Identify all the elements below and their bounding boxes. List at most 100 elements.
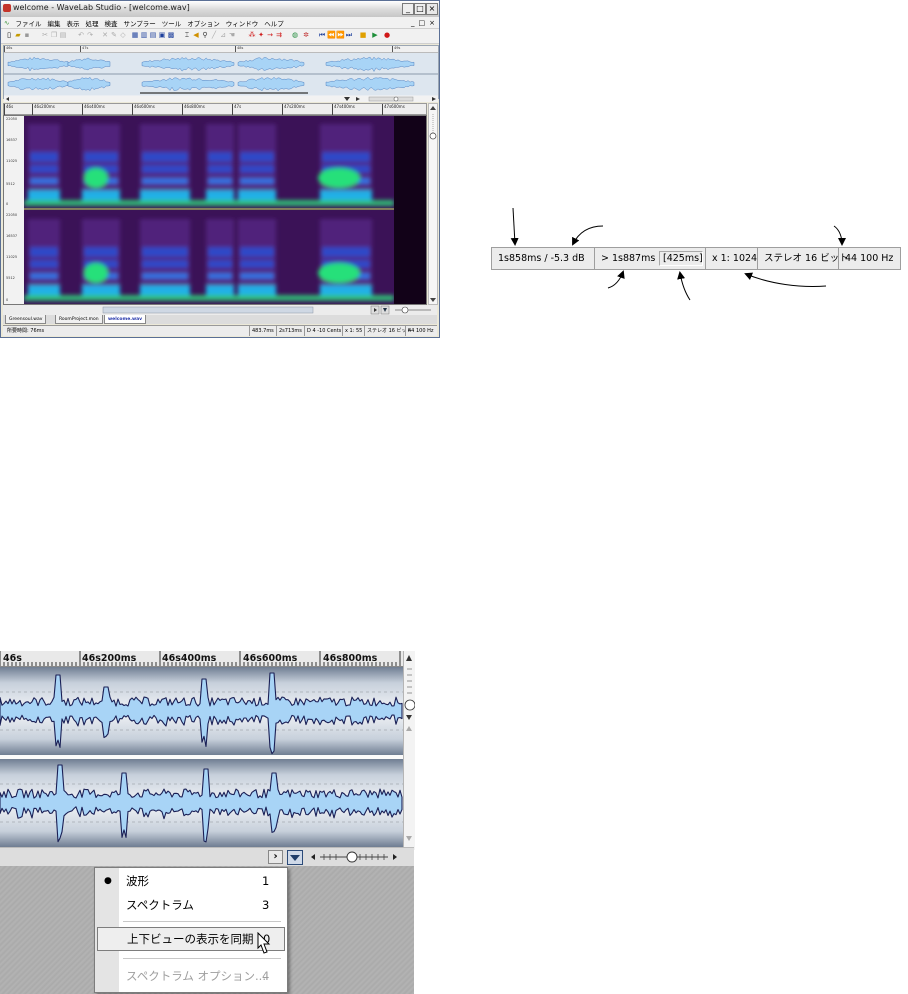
status-sample-rate[interactable]: 44 100 Hz (405, 326, 433, 336)
zoom-factor-cell[interactable]: x 1: 1024 (705, 248, 758, 269)
open-folder-icon[interactable]: ▰ (14, 31, 22, 40)
view-mode-3-icon[interactable]: ▤ (149, 31, 157, 40)
copy-icon[interactable]: ❐ (50, 31, 58, 40)
time-ruler-label: 46s600ms (132, 104, 155, 115)
new-file-icon[interactable]: ▯ (5, 31, 13, 40)
application-window: welcome - WaveLab Studio - [welcome.wav]… (0, 0, 440, 338)
go-end-icon[interactable]: ⏭ (345, 31, 353, 40)
horizontal-scroll-area[interactable] (3, 305, 437, 315)
trim-icon[interactable]: ◇ (119, 31, 127, 40)
menu-separator (123, 921, 281, 923)
status-selection[interactable]: 2s713ms (276, 326, 302, 336)
hand-icon[interactable]: ☚ (228, 31, 236, 40)
menu-item-waveform[interactable]: ● 波形 1 (95, 871, 287, 891)
menu-tools[interactable]: ツール (162, 18, 182, 28)
undo-icon[interactable]: ↶ (77, 31, 85, 40)
stereo-waveform-graph[interactable] (0, 667, 403, 847)
paste-icon[interactable]: ▤ (59, 31, 67, 40)
menu-file[interactable]: ファイル (15, 18, 41, 28)
menu-separator (123, 958, 281, 960)
rewind-icon[interactable]: ⏪ (327, 31, 336, 40)
doc-close-button[interactable]: × (429, 19, 435, 27)
view-menu-button[interactable] (287, 850, 303, 865)
selection-end-cell[interactable]: > 1s887ms (594, 248, 657, 269)
selection-length-cell[interactable]: [425ms] (657, 248, 705, 269)
audio-format-value: ステレオ 16 ビット (764, 253, 849, 264)
view-mode-2-icon[interactable]: ▥ (140, 31, 148, 40)
ruler-label: 46s800ms (323, 653, 378, 664)
app-icon (3, 4, 11, 12)
ruler-label: 46s200ms (82, 653, 137, 664)
redo-icon[interactable]: ↷ (86, 31, 94, 40)
time-ruler-label: 47s (232, 104, 241, 115)
marker-add-icon[interactable]: ⁂ (248, 31, 256, 40)
play-icon[interactable]: ▶ (371, 31, 379, 40)
view-mode-4-icon[interactable]: ▣ (158, 31, 166, 40)
mouse-cursor-icon (257, 932, 271, 954)
cut-icon[interactable]: ✂ (41, 31, 49, 40)
waveform-vertical-zoom[interactable] (403, 651, 415, 850)
marker-icon[interactable]: ⊿ (219, 31, 227, 40)
record-tool-icon[interactable]: ✲ (302, 31, 310, 40)
overview-scrollbar[interactable] (4, 96, 438, 102)
status-pitch[interactable]: D 4 -10 Cents (304, 326, 341, 336)
chevron-right-icon[interactable]: › (268, 850, 283, 864)
overview-ruler-label: 49s (392, 46, 401, 52)
document-tabs: Greensoul.wav RoomProject.mon welcome.wa… (3, 315, 437, 324)
menu-item-label: 波形 (126, 874, 149, 888)
toolbar: ▯ ▰ ▪ ✂ ❐ ▤ ↶ ↷ ✕ ✎ ◇ ▦ ▥ ▤ ▣ ▩ ⌶ ◀ ⚲ ╱ … (1, 29, 439, 44)
menu-item-spectrum[interactable]: スペクトラム 3 (95, 895, 287, 915)
sample-rate-cell[interactable]: 44 100 Hz (838, 248, 901, 269)
menu-analysis[interactable]: 検査 (104, 18, 117, 28)
view-mode-5-icon[interactable]: ▩ (167, 31, 175, 40)
menu-view[interactable]: 表示 (66, 18, 79, 28)
delete-icon[interactable]: ✕ (101, 31, 109, 40)
menu-options[interactable]: オプション (187, 18, 220, 28)
speaker-icon[interactable]: ◀ (192, 31, 200, 40)
menu-process[interactable]: 処理 (85, 18, 98, 28)
render-icon[interactable]: ◍ (291, 31, 299, 40)
marker-next-icon[interactable]: ✦ (257, 31, 265, 40)
go-start-icon[interactable]: ⏮ (318, 31, 326, 40)
overview-waveform[interactable]: 46s 47s 48s 49s (3, 45, 439, 102)
tab-greensoul[interactable]: Greensoul.wav (5, 315, 47, 324)
tab-welcome[interactable]: welcome.wav (104, 315, 147, 324)
title-bar[interactable]: welcome - WaveLab Studio - [welcome.wav]… (1, 1, 439, 18)
pencil-icon[interactable]: ✎ (110, 31, 118, 40)
marker-loop-icon[interactable]: ⇉ (275, 31, 283, 40)
maximize-button[interactable]: □ (414, 3, 426, 15)
frequency-label: 16537 (6, 234, 18, 238)
fast-forward-icon[interactable]: ⏩ (336, 31, 345, 40)
tab-roomproject[interactable]: RoomProject.mon (55, 315, 103, 324)
ruler-label: 46s600ms (243, 653, 298, 664)
cursor-position-value: 1s858ms / -5.3 dB (498, 253, 585, 264)
menu-window[interactable]: ウィンドウ (226, 18, 259, 28)
time-ruler-label: 46s400ms (82, 104, 105, 115)
record-icon[interactable]: ● (383, 31, 391, 40)
menu-help[interactable]: ヘルプ (264, 18, 284, 28)
doc-minimize-button[interactable]: _ (411, 19, 415, 27)
vertical-zoom-scrollbar[interactable] (428, 103, 438, 305)
audio-format-cell[interactable]: ステレオ 16 ビット (757, 248, 849, 269)
minimize-button[interactable]: _ (402, 3, 414, 15)
stop-icon[interactable]: ■ (359, 31, 367, 40)
view-mode-1-icon[interactable]: ▦ (131, 31, 139, 40)
window-title: welcome - WaveLab Studio - [welcome.wav] (13, 3, 190, 12)
close-button[interactable]: × (426, 3, 438, 15)
zoom-icon[interactable]: ⚲ (201, 31, 209, 40)
time-select-icon[interactable]: ⌶ (183, 31, 191, 40)
spectrogram-view[interactable]: 22050 16537 11025 5512 0 22050 16537 11025 5512 0 (3, 115, 427, 305)
marker-move-icon[interactable]: → (266, 31, 274, 40)
status-cursor-time[interactable]: 483.7ms (249, 326, 274, 336)
horizontal-zoom-slider[interactable] (310, 851, 402, 864)
cursor-position-cell[interactable]: 1s858ms / -5.3 dB (494, 248, 594, 269)
save-icon[interactable]: ▪ (23, 31, 31, 40)
menu-sampler[interactable]: サンプラー (123, 18, 155, 28)
draw-icon[interactable]: ╱ (210, 31, 218, 40)
time-ruler[interactable]: 46s 46s200ms 46s400ms 46s600ms 46s800ms 47s 47… (3, 103, 427, 115)
menu-edit[interactable]: 編集 (47, 18, 60, 28)
waveform-time-ruler[interactable]: 46s 46s200ms 46s400ms 46s600ms 46s800ms (0, 651, 404, 667)
sample-rate-value: 44 100 Hz (845, 253, 894, 264)
doc-restore-button[interactable]: □ (419, 19, 426, 27)
status-zoom[interactable]: x 1: 55 (342, 326, 362, 336)
